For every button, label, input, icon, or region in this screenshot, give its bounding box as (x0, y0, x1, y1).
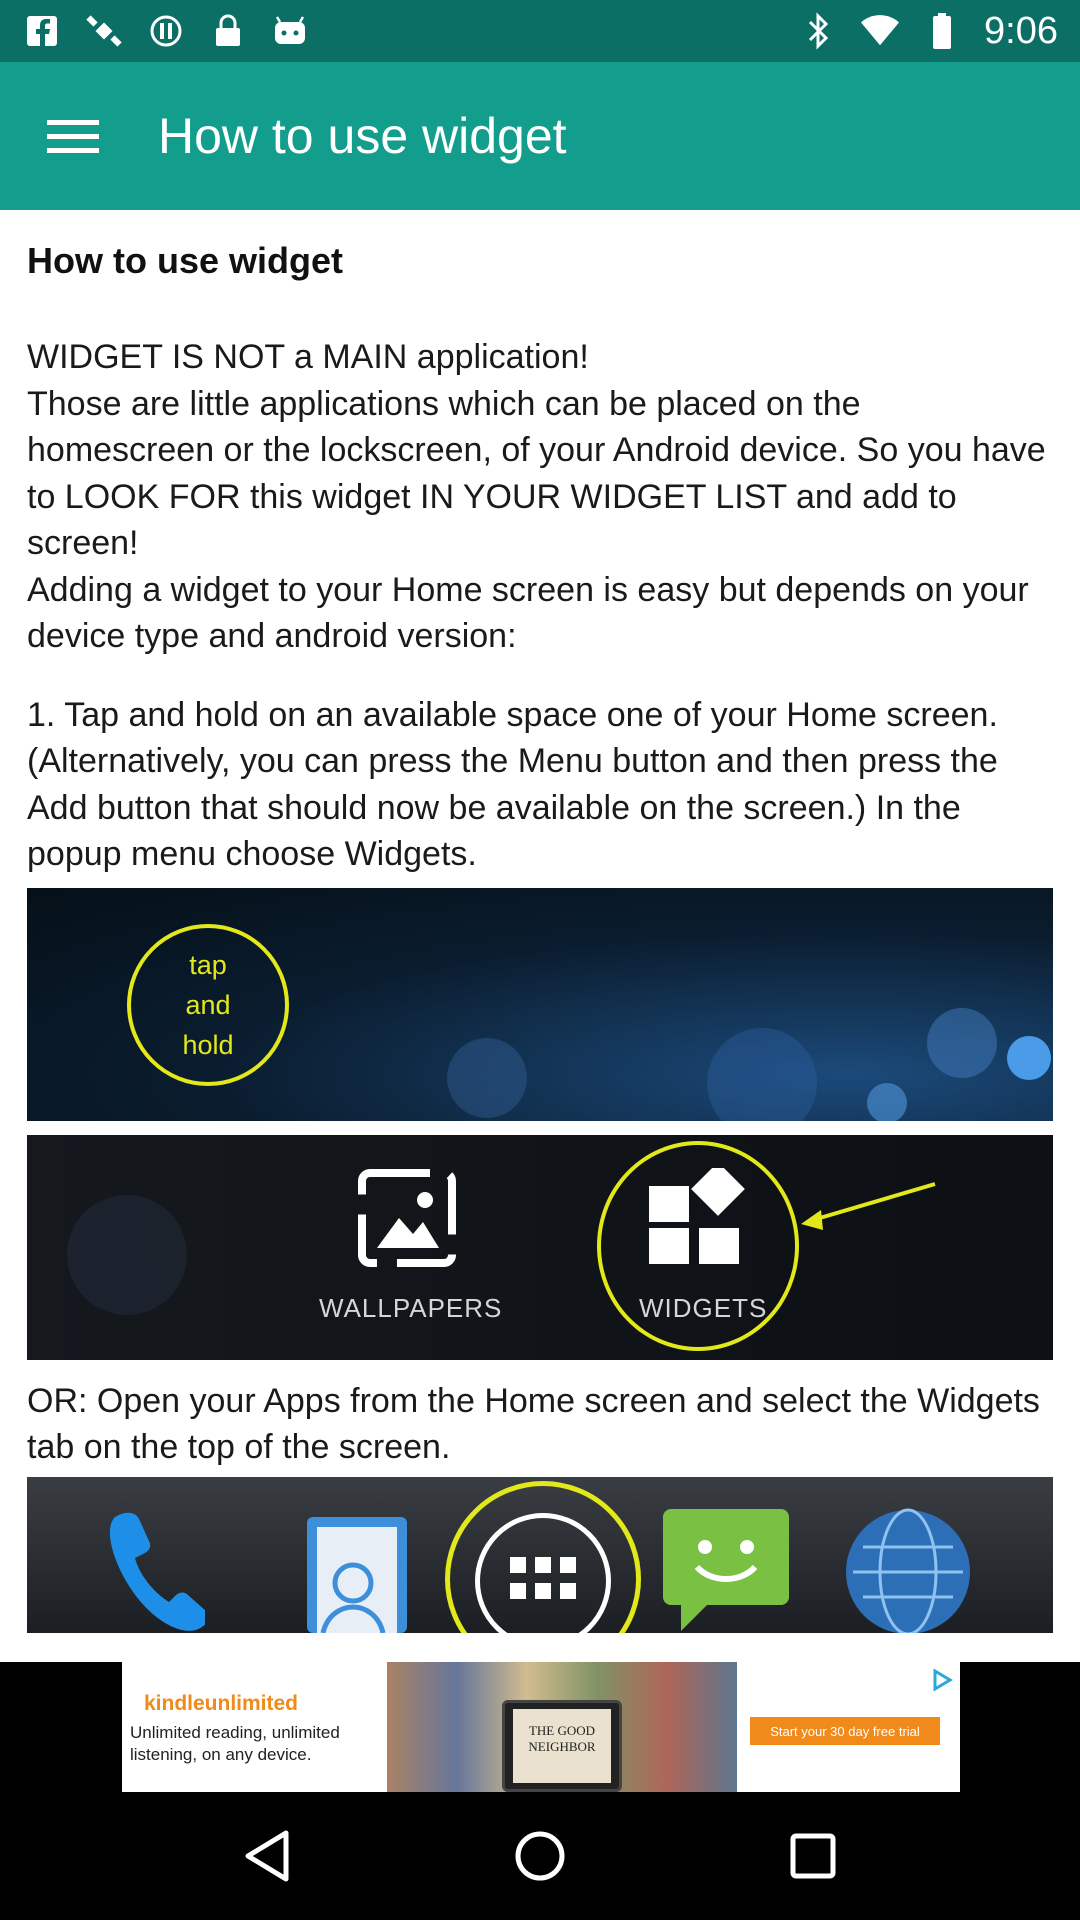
tap-and-hold-indicator: tap and hold (127, 923, 289, 1086)
ad-text: Unlimited reading, unlimited listening, … (130, 1723, 340, 1764)
bluetooth-icon (798, 11, 838, 51)
satellite-icon (84, 11, 124, 51)
app-bar: How to use widget (0, 62, 1080, 210)
tap-and-hold-image: tap and hold (27, 887, 1053, 1121)
home-button[interactable] (500, 1816, 580, 1896)
ad-book-title: THE GOOD NEIGHBOR (513, 1709, 611, 1783)
phone-icon (109, 1512, 205, 1631)
widgets-icon (649, 1167, 745, 1264)
and-label: and (185, 989, 231, 1020)
navigation-bar (0, 1792, 1080, 1920)
hold-label: hold (182, 1029, 234, 1060)
wallpapers-label: WALLPAPERS (319, 1292, 503, 1323)
article-heading: How to use widget (27, 240, 344, 281)
menu-button[interactable] (18, 81, 128, 191)
screen: 9:06 How to use widget How to use widget… (0, 0, 1080, 1920)
ad-choices-icon[interactable] (924, 1662, 960, 1698)
page-title: How to use widget (158, 108, 567, 164)
clock: 9:06 (984, 9, 1058, 52)
wifi-icon (860, 11, 900, 51)
app-drawer-image (27, 1476, 1053, 1633)
ad-banner[interactable]: kindleunlimited Unlimited reading, unlim… (122, 1662, 960, 1792)
widgets-label: WIDGETS (639, 1292, 768, 1323)
alternative-step-paragraph: OR: Open your Apps from the Home screen … (27, 1381, 1040, 1467)
android-face-icon (270, 11, 310, 51)
intro-paragraph: WIDGET IS NOT a MAIN application! Those … (27, 338, 1046, 655)
recents-square-icon (790, 1833, 836, 1879)
widgets-menu-image: WALLPAPERS WIDGETS (27, 1134, 1053, 1360)
wallpapers-icon (358, 1168, 456, 1267)
hamburger-menu-icon (47, 120, 99, 153)
back-button[interactable] (227, 1816, 307, 1896)
ad-tablet-image: THE GOOD NEIGHBOR (502, 1700, 622, 1792)
tap-label: tap (189, 949, 227, 980)
recents-button[interactable] (773, 1816, 853, 1896)
browser-globe-icon (846, 1508, 970, 1633)
home-circle-icon (515, 1831, 565, 1881)
article-content: How to use widget WIDGET IS NOT a MAIN a… (0, 210, 1080, 1662)
step-one-paragraph: 1. Tap and hold on an available space on… (27, 695, 998, 874)
facebook-icon (22, 11, 62, 51)
ad-brand: kindleunlimited (144, 1692, 299, 1715)
contacts-icon (307, 1516, 407, 1633)
lock-icon (208, 11, 248, 51)
info-circle-icon (146, 11, 186, 51)
back-triangle-icon (245, 1830, 289, 1882)
status-bar: 9:06 (0, 0, 1080, 62)
battery-icon (922, 11, 962, 51)
ad-cta-button[interactable]: Start your 30 day free trial (750, 1717, 940, 1745)
messaging-icon (663, 1508, 789, 1631)
arrow-icon (801, 1181, 936, 1230)
